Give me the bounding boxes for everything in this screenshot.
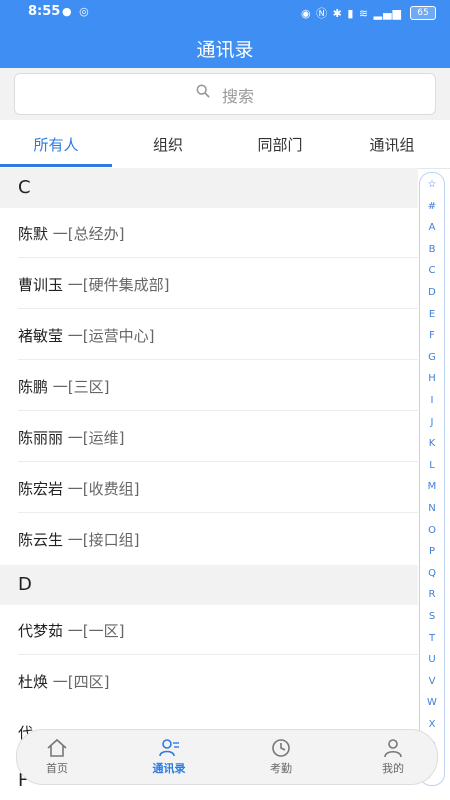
search-input[interactable]: 搜索 [14,73,436,115]
user-icon [384,739,402,758]
index-letter[interactable]: S [420,611,444,622]
search-placeholder: 搜索 [222,87,255,106]
notification-icons: ● ◎ [62,5,91,18]
contact-row[interactable]: 代梦茹 一[一区] [0,605,418,655]
index-letter[interactable]: X [420,719,444,730]
tabbar-label: 通讯录 [152,762,186,775]
tab-organization[interactable]: 组织 [112,134,224,155]
active-tab-indicator [0,164,112,167]
index-letter[interactable]: I [420,395,444,406]
index-letter[interactable]: D [420,287,444,298]
index-letter[interactable]: E [420,309,444,320]
contact-dept: 一[总经办] [52,225,125,243]
contact-dept: 一[硬件集成部] [67,276,170,294]
contact-name: 褚敏莹 [18,327,64,345]
contact-row[interactable]: 曹训玉 一[硬件集成部] [0,259,418,309]
contact-row[interactable]: 陈默 一[总经办] [0,208,418,258]
search-icon [196,84,210,98]
contacts-icon [159,739,179,757]
contact-name: 陈丽丽 [18,429,64,447]
section-header-d: D [0,565,418,605]
index-letter[interactable]: T [420,633,444,644]
index-letter[interactable]: O [420,525,444,536]
index-letter[interactable]: G [420,352,444,363]
status-bar: 8:55 ● ◎ ◉ Ⓝ ✱ ▮ ≋ ▂▄▆ 65 [0,0,450,26]
index-letter[interactable]: B [420,244,444,255]
index-letter[interactable]: M [420,481,444,492]
system-icons: ◉ Ⓝ ✱ ▮ ≋ ▂▄▆ [301,7,402,20]
contact-name: 陈鹏 [18,378,49,396]
battery-icon: 65 [410,6,436,20]
contact-name: 代梦茹 [18,622,64,640]
tabbar-label: 考勤 [270,762,292,775]
tabbar-label: 首页 [46,762,68,775]
index-letter[interactable]: N [420,503,444,514]
contact-dept: 一[四区] [52,673,110,691]
index-letter[interactable]: V [420,676,444,687]
contact-dept: 一[三区] [52,378,110,396]
tabbar-item-home[interactable]: 首页 [25,738,89,776]
tab-contact-groups[interactable]: 通讯组 [336,134,448,155]
section-letter: D [18,574,32,595]
tabbar-item-attendance[interactable]: 考勤 [249,738,313,776]
index-letter[interactable]: F [420,330,444,341]
app-header: 通讯录 [0,26,450,68]
contact-row[interactable]: 陈丽丽 一[运维] [0,412,418,462]
tabbar-label: 我的 [382,762,404,775]
contact-name: 曹训玉 [18,276,64,294]
tabbar-item-contacts[interactable]: 通讯录 [137,738,201,776]
contact-name: 陈宏岩 [18,480,64,498]
contact-name: 杜焕 [18,673,49,691]
index-letter[interactable]: Q [420,568,444,579]
index-letter[interactable]: W [420,697,444,708]
index-letter[interactable]: L [420,460,444,471]
index-letter[interactable]: # [420,201,444,212]
index-letter[interactable]: J [420,417,444,428]
status-time: 8:55 [28,4,61,19]
section-letter: C [18,177,31,198]
index-letter[interactable]: A [420,222,444,233]
clock-icon [272,739,290,757]
contact-dept: 一[运维] [67,429,125,447]
contact-name: 陈云生 [18,531,64,549]
contact-row[interactable]: 陈鹏 一[三区] [0,361,418,411]
tabbar-item-mine[interactable]: 我的 [361,738,425,776]
alphabet-index-bar[interactable]: ☆#ABCDEFGHIJKLMNOPQRSTUVWXYZ [419,172,445,786]
search-area: 搜索 [0,68,450,120]
tab-all-people[interactable]: 所有人 [0,134,112,155]
index-letter[interactable]: C [420,265,444,276]
index-letter[interactable]: U [420,654,444,665]
contact-row[interactable]: 陈云生 一[接口组] [0,514,418,564]
index-letter[interactable]: K [420,438,444,449]
contact-dept: 一[接口组] [67,531,140,549]
index-letter[interactable]: R [420,589,444,600]
contact-row[interactable]: 杜焕 一[四区] [0,656,418,706]
page-title: 通讯录 [196,39,254,61]
home-icon [47,738,67,757]
contact-name: 陈默 [18,225,49,243]
index-letter[interactable]: H [420,373,444,384]
contact-row[interactable]: 陈宏岩 一[收费组] [0,463,418,513]
index-letter[interactable]: ☆ [420,179,444,190]
tab-same-department[interactable]: 同部门 [224,134,336,155]
index-letter[interactable]: P [420,546,444,557]
bottom-tab-bar: 首页 通讯录 考勤 我的 [16,729,438,785]
contact-dept: 一[一区] [67,622,125,640]
contact-dept: 一[运营中心] [67,327,155,345]
contact-dept: 一[收费组] [67,480,140,498]
contact-row[interactable]: 褚敏莹 一[运营中心] [0,310,418,360]
tab-bar: 所有人 组织 同部门 通讯组 [0,120,450,169]
section-header-c: C [0,168,418,208]
